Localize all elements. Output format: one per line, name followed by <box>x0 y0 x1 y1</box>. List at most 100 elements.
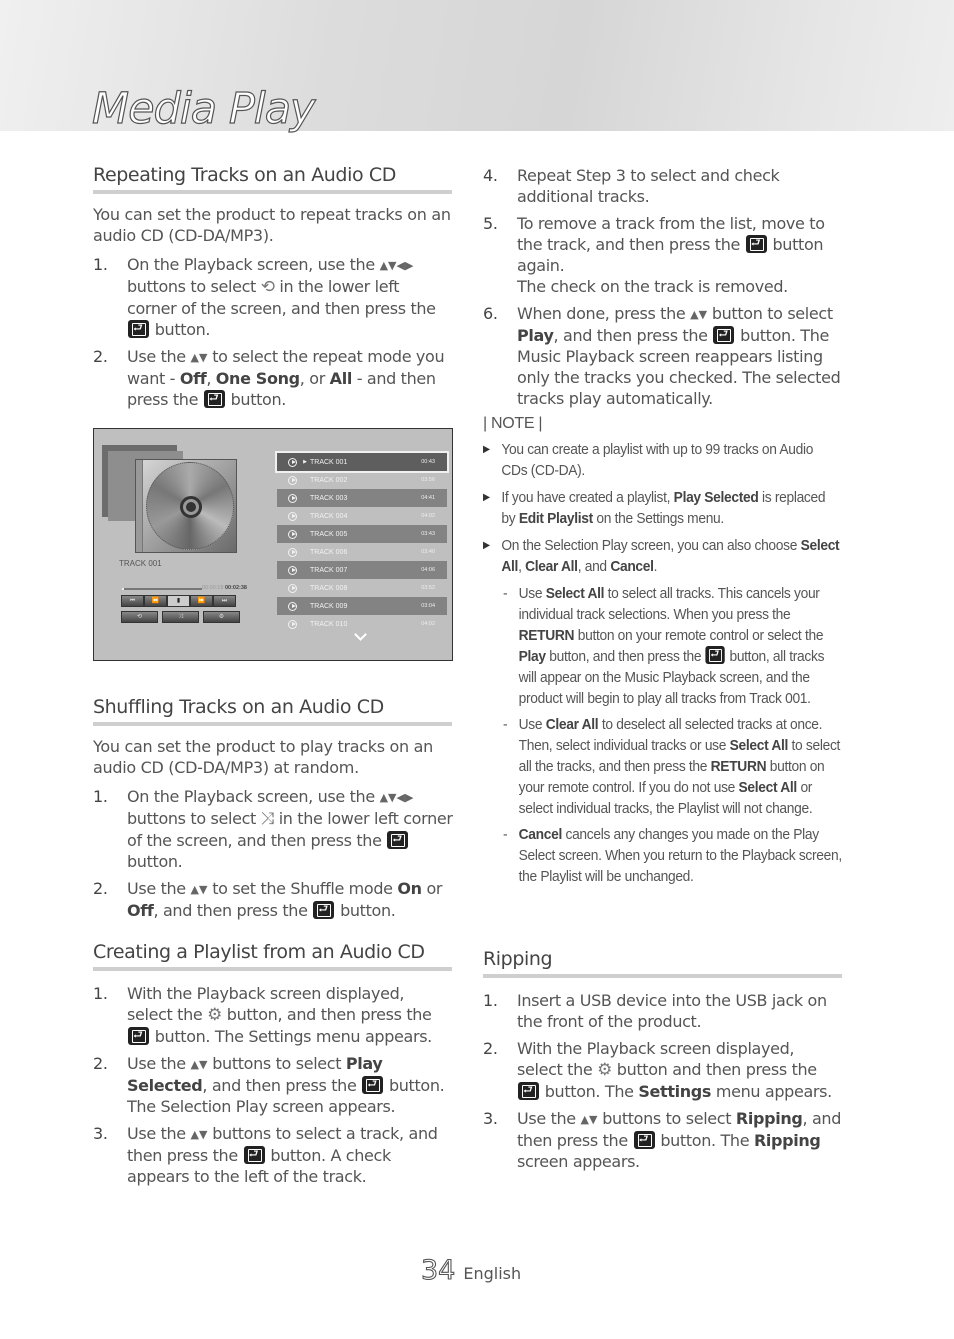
skip-forward-button[interactable]: ⏭ <box>213 595 236 607</box>
step-text: Use the <box>127 1124 186 1143</box>
step-item: 3. Use the ▲▼ buttons to select Ripping,… <box>483 1108 843 1172</box>
step-item: 2. Use the ▲▼ to set the Shuffle mode On… <box>93 878 453 921</box>
transport-controls: ⏮ ⏪ ▮ ⏩ ⏭ <box>121 595 236 607</box>
step-text: to set the Shuffle mode <box>212 879 393 898</box>
direction-arrows-icon: ▲▼◀▶ <box>379 791 414 804</box>
menu-edit-playlist: Edit Playlist <box>518 510 593 527</box>
track-row[interactable]: TRACK 009 03:04 <box>277 597 447 615</box>
step-item: 1. With the Playback screen displayed, s… <box>93 983 453 1047</box>
note-sub-list: - Use Select All to select all tracks. T… <box>503 583 843 887</box>
option-off: Off <box>127 901 154 920</box>
track-row[interactable]: ▶ TRACK 001 00:43 <box>275 451 449 473</box>
enter-button-icon <box>387 830 409 849</box>
menu-ripping: Ripping <box>753 1131 821 1150</box>
step-number: 1. <box>93 984 108 1003</box>
menu-ripping: Ripping <box>735 1109 803 1128</box>
play-circle-icon <box>288 619 297 629</box>
track-duration: 03:04 <box>421 603 435 609</box>
track-list: ▶ TRACK 001 00:43 TRACK 002 03:56 TRACK 003 04… <box>275 451 449 633</box>
track-duration: 04:41 <box>421 495 435 501</box>
enter-button-icon <box>633 1130 655 1149</box>
direction-arrows-icon: ▲▼◀▶ <box>379 259 414 272</box>
track-duration: 03:56 <box>421 477 435 483</box>
step-text: menu appears. <box>715 1082 832 1101</box>
enter-button-icon <box>203 389 225 408</box>
step-text: button. <box>340 901 396 920</box>
step-text: or <box>426 879 443 898</box>
note-text: If you have created a playlist, <box>501 489 671 506</box>
language-label: English <box>463 1264 522 1283</box>
repeat-icon: ⟲ <box>260 277 275 297</box>
fast-forward-button[interactable]: ⏩ <box>190 595 213 607</box>
section-heading: Repeating Tracks on an Audio CD <box>93 164 452 194</box>
step-item: 1. On the Playback screen, use the ▲▼◀▶ … <box>93 254 453 340</box>
menu-settings: Settings <box>638 1082 712 1101</box>
enter-button-icon <box>518 1081 539 1100</box>
option-cancel: Cancel <box>518 826 563 843</box>
page-title: Media Play <box>91 84 316 134</box>
track-row[interactable]: TRACK 008 03:52 <box>277 579 447 597</box>
enter-button-icon <box>313 900 335 919</box>
dash-bullet: - <box>503 826 508 843</box>
note-sub-item: - Use Clear All to deselect all selected… <box>503 714 843 819</box>
progress-fill <box>122 588 125 590</box>
note-item: ▶ On the Selection Play screen, you can … <box>483 535 842 577</box>
now-playing-pointer-icon: ▶ <box>303 459 307 465</box>
note-text: On the Selection Play screen, you can al… <box>501 537 798 554</box>
step-item: 5. To remove a track from the list, move… <box>483 213 843 297</box>
track-duration: 03:52 <box>421 585 435 591</box>
track-row[interactable]: TRACK 005 03:43 <box>277 525 447 543</box>
up-down-arrows-icon: ▲▼ <box>190 1058 208 1071</box>
step-text: , or <box>299 369 325 388</box>
note-text: You can create a playlist with up to 99 … <box>501 441 814 479</box>
play-circle-icon <box>288 547 297 557</box>
note-text: Use <box>518 716 543 733</box>
intro-text: You can set the product to repeat tracks… <box>93 205 451 245</box>
page-footer: 34 English <box>420 1254 522 1286</box>
step-number: 2. <box>93 879 108 898</box>
track-duration: 00:43 <box>421 459 435 465</box>
skip-back-button[interactable]: ⏮ <box>121 595 144 607</box>
section-heading: Ripping <box>483 948 842 978</box>
music-playback-screenshot: TRACK 001 00:00:18 00:02:38 ⏮ ⏪ ▮ ⏩ ⏭ ⟲ … <box>93 428 453 661</box>
shuffle-button[interactable]: ⤨ <box>162 611 199 623</box>
progress-bar[interactable] <box>122 588 202 590</box>
gear-icon: ⚙ <box>207 1005 223 1025</box>
return-button-label: RETURN <box>518 627 575 644</box>
track-row[interactable]: TRACK 007 04:06 <box>277 561 447 579</box>
page-number: 34 <box>420 1254 456 1286</box>
rewind-button[interactable]: ⏪ <box>144 595 167 607</box>
track-name: TRACK 005 <box>310 530 348 538</box>
up-down-arrows-icon: ▲▼ <box>580 1113 598 1126</box>
option-clear-all: Clear All <box>545 716 599 733</box>
step-text: Insert a USB device into the USB jack on… <box>517 991 827 1031</box>
track-row[interactable]: TRACK 003 04:41 <box>277 489 447 507</box>
track-duration: 04:06 <box>421 567 435 573</box>
gear-icon: ⚙ <box>597 1060 613 1080</box>
repeat-button[interactable]: ⟲ <box>121 611 158 623</box>
option-all: All <box>329 369 353 388</box>
step-text: When done, press the <box>517 304 686 323</box>
track-name: TRACK 003 <box>310 494 348 502</box>
track-row[interactable]: TRACK 002 03:56 <box>277 471 447 489</box>
track-row[interactable]: TRACK 006 03:40 <box>277 543 447 561</box>
settings-button[interactable]: ⚙ <box>203 611 240 623</box>
enter-button-icon <box>128 1026 149 1045</box>
menu-play: Play <box>517 326 554 345</box>
note-item: ▶ You can create a playlist with up to 9… <box>483 439 842 481</box>
dash-bullet: - <box>503 585 508 602</box>
option-on: On <box>397 879 422 898</box>
enter-button-icon <box>362 1075 384 1094</box>
track-row[interactable]: TRACK 004 04:02 <box>277 507 447 525</box>
pause-button[interactable]: ▮ <box>167 595 190 607</box>
note-text: on the Settings menu. <box>596 510 724 527</box>
step-text: button and then press the <box>616 1060 817 1079</box>
step-number: 1. <box>93 255 108 274</box>
section-repeat: Repeating Tracks on an Audio CD You can … <box>93 164 453 416</box>
step-text: On the Playback screen, use the <box>127 787 375 806</box>
note-text: . <box>653 558 658 575</box>
up-down-arrows-icon: ▲▼ <box>190 883 208 896</box>
menu-play: Play <box>518 648 546 665</box>
track-name: TRACK 010 <box>310 620 348 628</box>
note-label: | NOTE | <box>483 415 543 432</box>
